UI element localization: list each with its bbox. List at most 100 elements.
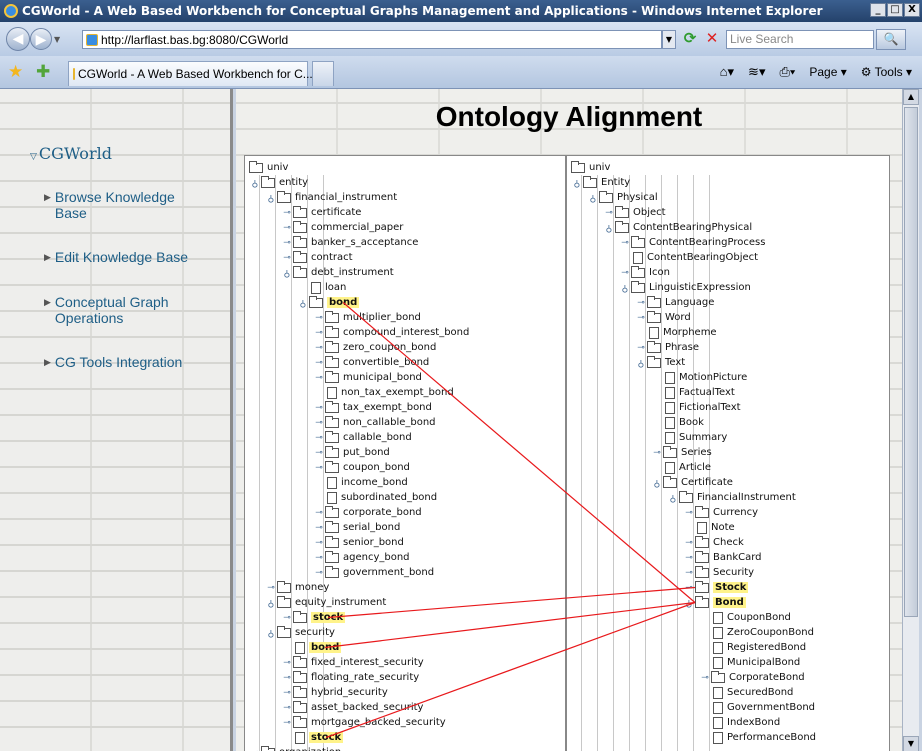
tree-node[interactable]: univ <box>571 160 610 175</box>
tree-node[interactable]: ⚲ LinguisticExpression <box>619 280 751 295</box>
tools-menu[interactable]: ⚙ Tools ▾ <box>861 65 912 79</box>
tree-node[interactable]: ⊸ CorporateBond <box>699 670 805 685</box>
tree-node[interactable]: ⊸ banker_s_acceptance <box>281 235 418 250</box>
tree-node[interactable]: non_tax_exempt_bond <box>313 385 454 400</box>
expanded-handle-icon[interactable]: ⚲ <box>667 493 679 503</box>
tree-node[interactable]: ⊸ money <box>265 580 329 595</box>
tree-node[interactable]: ⊸ Icon <box>619 265 670 280</box>
tree-node[interactable]: ⊸ callable_bond <box>313 430 412 445</box>
left-ontology-tree[interactable]: univ ⚲ entity ⚲ financial_instrument ⊸ certifi… <box>244 155 566 751</box>
scroll-down-icon[interactable]: ▼ <box>903 736 919 751</box>
tree-node[interactable]: FactualText <box>651 385 735 400</box>
tree-node[interactable]: ⚲ bond <box>297 295 360 310</box>
tree-node[interactable]: RegisteredBond <box>699 640 806 655</box>
collapsed-handle-icon[interactable]: ⊸ <box>281 208 293 218</box>
tree-node[interactable]: ⊸ Object <box>603 205 666 220</box>
tree-node[interactable]: ⊸ contract <box>281 250 353 265</box>
collapsed-handle-icon[interactable]: ⊸ <box>619 238 631 248</box>
search-icon[interactable]: 🔍 <box>876 29 906 50</box>
tree-node[interactable]: ⊸ agency_bond <box>313 550 410 565</box>
history-dropdown-icon[interactable]: ▼ <box>54 35 64 44</box>
tree-node[interactable]: bond <box>281 640 342 655</box>
sidebar-item-conceptual-graph-operations[interactable]: ▶ Conceptual Graph Operations <box>44 294 185 326</box>
tree-node[interactable]: MunicipalBond <box>699 655 800 670</box>
expanded-handle-icon[interactable]: ⚲ <box>281 268 293 278</box>
home-icon[interactable]: ⌂▾ <box>720 64 734 80</box>
feeds-icon[interactable]: ≋▾ <box>748 64 765 80</box>
maximize-button[interactable]: □ <box>887 3 903 17</box>
collapsed-handle-icon[interactable]: ⊸ <box>281 718 293 728</box>
tree-node[interactable]: ⊸ asset_backed_security <box>281 700 423 715</box>
tree-node[interactable]: ⊸ fixed_interest_security <box>281 655 424 670</box>
tree-node[interactable]: Book <box>651 415 704 430</box>
tree-node[interactable]: loan <box>297 280 346 295</box>
collapsed-handle-icon[interactable]: ⊸ <box>683 568 695 578</box>
expanded-handle-icon[interactable]: ⚲ <box>249 178 261 188</box>
expanded-handle-icon[interactable]: ⚲ <box>651 478 663 488</box>
tree-node[interactable]: ⚲ Bond <box>683 595 746 610</box>
collapsed-handle-icon[interactable]: ⊸ <box>249 748 261 751</box>
right-ontology-tree[interactable]: univ ⚲ Entity ⚲ Physical ⊸ Object ⚲ ContentBeari… <box>566 155 890 751</box>
favorites-star-icon[interactable]: ★ <box>8 62 23 82</box>
tree-node[interactable]: ⊸ hybrid_security <box>281 685 388 700</box>
tree-node[interactable]: ⊸ zero_coupon_bond <box>313 340 436 355</box>
sidebar-item-cg-tools-integration[interactable]: ▶ CG Tools Integration <box>44 354 182 370</box>
tree-node[interactable]: ⊸ corporate_bond <box>313 505 422 520</box>
collapsed-handle-icon[interactable]: ⊸ <box>313 313 325 323</box>
collapsed-handle-icon[interactable]: ⊸ <box>635 313 647 323</box>
tree-node[interactable]: ⊸ Language <box>635 295 714 310</box>
collapsed-handle-icon[interactable]: ⊸ <box>281 223 293 233</box>
collapsed-handle-icon[interactable]: ⊸ <box>313 433 325 443</box>
collapsed-handle-icon[interactable]: ⊸ <box>699 673 711 683</box>
url-dropdown-icon[interactable]: ▼ <box>662 30 676 49</box>
collapsed-handle-icon[interactable]: ⊸ <box>313 463 325 473</box>
sidebar-item-edit-knowledge-base[interactable]: ▶ Edit Knowledge Base <box>44 249 188 265</box>
tree-node[interactable]: income_bond <box>313 475 408 490</box>
collapsed-handle-icon[interactable]: ⊸ <box>313 538 325 548</box>
tree-node[interactable]: ⚲ Text <box>635 355 685 370</box>
scroll-up-icon[interactable]: ▲ <box>903 89 919 105</box>
tree-node[interactable]: ⚲ Entity <box>571 175 630 190</box>
collapsed-handle-icon[interactable]: ⊸ <box>313 328 325 338</box>
tree-node[interactable]: ContentBearingObject <box>619 250 758 265</box>
collapsed-handle-icon[interactable]: ⊸ <box>635 343 647 353</box>
collapsed-handle-icon[interactable]: ⊸ <box>683 553 695 563</box>
tree-node[interactable]: Morpheme <box>635 325 717 340</box>
collapsed-handle-icon[interactable]: ⊸ <box>313 358 325 368</box>
tree-node[interactable]: ⊸ coupon_bond <box>313 460 410 475</box>
page-menu[interactable]: Page ▾ <box>809 65 846 79</box>
tree-node[interactable]: ⊸ floating_rate_security <box>281 670 419 685</box>
tree-node[interactable]: MotionPicture <box>651 370 747 385</box>
tree-node[interactable]: IndexBond <box>699 715 780 730</box>
tree-node[interactable]: Article <box>651 460 711 475</box>
expanded-handle-icon[interactable]: ⚲ <box>683 598 695 608</box>
print-icon[interactable]: ⎙▾ <box>779 64 795 80</box>
tree-node[interactable]: ⚲ entity <box>249 175 308 190</box>
search-input[interactable]: Live Search <box>726 30 874 49</box>
tree-node[interactable]: ⊸ Stock <box>683 580 749 595</box>
tree-node[interactable]: ⊸ organization <box>249 745 341 751</box>
collapsed-handle-icon[interactable]: ⊸ <box>281 703 293 713</box>
collapsed-handle-icon[interactable]: ⊸ <box>281 613 293 623</box>
tree-node[interactable]: univ <box>249 160 288 175</box>
tree-node[interactable]: PerformanceBond <box>699 730 816 745</box>
tree-node[interactable]: ⊸ multiplier_bond <box>313 310 421 325</box>
close-button[interactable]: X <box>904 3 920 17</box>
expanded-handle-icon[interactable]: ⚲ <box>265 193 277 203</box>
tree-node[interactable]: subordinated_bond <box>313 490 437 505</box>
tree-node[interactable]: ⊸ put_bond <box>313 445 390 460</box>
tree-node[interactable]: ⊸ Check <box>683 535 744 550</box>
collapsed-handle-icon[interactable]: ⊸ <box>313 508 325 518</box>
tree-node[interactable]: ZeroCouponBond <box>699 625 814 640</box>
tree-node[interactable]: Note <box>683 520 735 535</box>
tree-node[interactable]: ⚲ ContentBearingPhysical <box>603 220 752 235</box>
tree-node[interactable]: FictionalText <box>651 400 741 415</box>
tree-node[interactable]: ⊸ Series <box>651 445 712 460</box>
sidebar-item-browse-knowledge-base[interactable]: ▶ Browse Knowledge Base <box>44 189 185 221</box>
forward-button[interactable]: ▶ <box>30 28 52 50</box>
collapsed-handle-icon[interactable]: ⊸ <box>635 298 647 308</box>
collapsed-handle-icon[interactable]: ⊸ <box>313 418 325 428</box>
tree-node[interactable]: ⊸ certificate <box>281 205 361 220</box>
tree-node[interactable]: ⚲ equity_instrument <box>265 595 386 610</box>
new-tab-button[interactable] <box>312 61 334 86</box>
